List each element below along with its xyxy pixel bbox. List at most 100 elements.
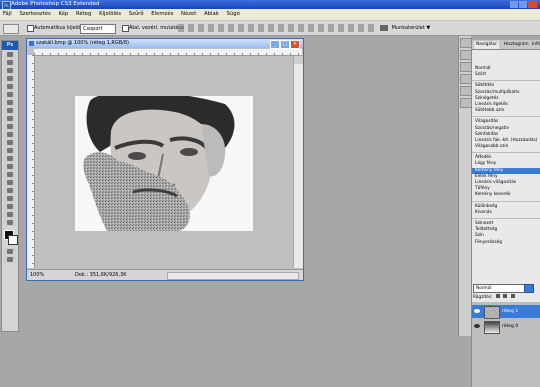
menu-file[interactable]: Fájl	[0, 11, 15, 17]
eye-icon[interactable]	[474, 309, 480, 313]
status-bar: 100% Dok.: 351,6K/926,3K	[27, 269, 303, 280]
workspace-icon	[380, 24, 388, 31]
clone-stamp-tool-icon[interactable]	[4, 115, 16, 122]
doc-info: Dok.: 351,6K/926,3K	[75, 272, 127, 278]
group-select[interactable]: Csoport	[80, 24, 116, 34]
blend-dropdown-arrow-icon[interactable]	[524, 284, 534, 293]
blend-mode-item[interactable]: Fényerősség	[472, 240, 540, 246]
portrait-photo[interactable]	[75, 96, 253, 231]
crop-tool-icon[interactable]	[4, 83, 16, 90]
notes-tool-icon[interactable]	[4, 195, 16, 202]
horizontal-scrollbar[interactable]	[167, 272, 299, 280]
blend-mode-item[interactable]: Kivonás	[472, 210, 540, 216]
layer-name: réteg 0	[502, 324, 519, 329]
dodge-tool-icon[interactable]	[4, 155, 16, 162]
lock-position-icon[interactable]	[503, 294, 508, 298]
background-color-swatch[interactable]	[8, 235, 18, 245]
zoom-value[interactable]: 100%	[30, 270, 44, 280]
blend-mode-item[interactable]: Sötétebb szín	[472, 108, 540, 114]
transform-checkbox[interactable]	[122, 25, 129, 32]
menu-window[interactable]: Ablak	[201, 11, 222, 17]
ps-logo-icon: Ps	[2, 41, 18, 50]
healing-brush-tool-icon[interactable]	[4, 99, 16, 106]
menu-select[interactable]: Kijelölés	[96, 11, 124, 17]
blend-mode-list: Normál Szórt Sötétítés Szorzás/multiplikatí…	[472, 66, 540, 246]
close-button[interactable]	[528, 1, 537, 8]
maximize-button[interactable]	[519, 1, 527, 8]
pen-tool-icon[interactable]	[4, 163, 16, 170]
screen-mode-icon[interactable]	[4, 256, 16, 263]
tab-info[interactable]: Infó	[530, 41, 540, 49]
layers-list: réteg 1 réteg 0	[472, 302, 540, 387]
move-tool-icon[interactable]	[4, 51, 16, 58]
blend-mode-value: Normál	[476, 286, 492, 291]
menu-filter[interactable]: Szűrő	[126, 11, 147, 17]
portrait-image	[75, 96, 253, 231]
move-tool-preset[interactable]	[3, 24, 19, 34]
lock-all-icon[interactable]	[510, 294, 515, 298]
transform-label: Átal. vezérl. mutatása	[129, 25, 185, 31]
menu-edit[interactable]: Szerkesztés	[16, 11, 53, 17]
quick-mask-icon[interactable]	[4, 248, 16, 255]
menu-view[interactable]: Nézet	[178, 11, 199, 17]
marquee-tool-icon[interactable]	[4, 59, 16, 66]
panel-dock	[458, 36, 472, 336]
shape-tool-icon[interactable]	[4, 187, 16, 194]
eye-icon[interactable]	[474, 324, 480, 328]
brush-tool-icon[interactable]	[4, 107, 16, 114]
color-swatches[interactable]	[3, 229, 18, 245]
menu-layer[interactable]: Réteg	[73, 11, 94, 17]
menu-image[interactable]: Kép	[55, 11, 71, 17]
title-bar: Ps Adobe Photoshop CS3 Extended	[0, 0, 540, 10]
doc-close-button[interactable]: ×	[290, 40, 300, 49]
options-bar: Automatikus kijelölés: Csoport Átal. vez…	[0, 21, 540, 36]
slice-tool-icon[interactable]	[4, 91, 16, 98]
layer-thumbnail	[484, 306, 500, 319]
blur-tool-icon[interactable]	[4, 147, 16, 154]
history-brush-tool-icon[interactable]	[4, 123, 16, 130]
canvas-area[interactable]	[35, 56, 293, 268]
document-icon	[29, 41, 34, 46]
align-buttons[interactable]	[178, 24, 378, 32]
blend-mode-item[interactable]: Világosabb szín	[472, 144, 540, 150]
lock-label: Rögzítés:	[473, 295, 493, 300]
menu-analysis[interactable]: Elemzés	[148, 11, 176, 17]
menu-help[interactable]: Súgó	[224, 11, 243, 17]
tab-navigator[interactable]: Navigátor	[474, 41, 500, 49]
layer-thumbnail	[484, 321, 500, 334]
document-title: szakáll.bmp @ 100% (réteg 1,RGB/8)	[36, 40, 129, 46]
tab-histogram[interactable]: Hisztogram	[502, 41, 531, 49]
zoom-tool-icon[interactable]	[4, 219, 16, 226]
vertical-scrollbar[interactable]	[293, 56, 303, 268]
vertical-ruler	[27, 55, 35, 268]
minimize-button[interactable]	[510, 1, 518, 8]
dropdown-arrow-icon: ▼	[426, 25, 431, 31]
panel-tabs: Navigátor Hisztogram Infó	[472, 40, 540, 50]
layer-row[interactable]: réteg 0	[472, 320, 540, 334]
doc-maximize-button[interactable]: □	[280, 40, 290, 49]
group-select-value: Csoport	[83, 26, 103, 32]
toolbox: Ps	[1, 40, 19, 332]
doc-minimize-button[interactable]: _	[270, 40, 280, 49]
scroll-up-arrow-icon[interactable]	[294, 56, 303, 64]
type-tool-icon[interactable]	[4, 171, 16, 178]
path-selection-tool-icon[interactable]	[4, 179, 16, 186]
lasso-tool-icon[interactable]	[4, 67, 16, 74]
eyedropper-tool-icon[interactable]	[4, 203, 16, 210]
horizontal-ruler	[34, 49, 302, 56]
app-title: Adobe Photoshop CS3 Extended	[11, 1, 100, 7]
magic-wand-tool-icon[interactable]	[4, 75, 16, 82]
workspace-menu[interactable]: Munkaterület ▼	[380, 23, 440, 33]
blend-mode-item[interactable]: Kemény keverék	[472, 192, 540, 198]
workspace-label: Munkaterület	[391, 25, 425, 31]
lock-icon[interactable]	[496, 294, 500, 298]
blend-mode-item[interactable]: Szórt	[472, 72, 540, 78]
gradient-tool-icon[interactable]	[4, 139, 16, 146]
document-title-bar: szakáll.bmp @ 100% (réteg 1,RGB/8) _ □ ×	[27, 39, 303, 49]
auto-select-checkbox[interactable]	[27, 25, 34, 32]
layer-row[interactable]: réteg 1	[472, 305, 540, 319]
lock-row: Rögzítés:	[473, 294, 540, 301]
eraser-tool-icon[interactable]	[4, 131, 16, 138]
hand-tool-icon[interactable]	[4, 211, 16, 218]
blend-mode-select[interactable]: Normál	[473, 284, 525, 293]
